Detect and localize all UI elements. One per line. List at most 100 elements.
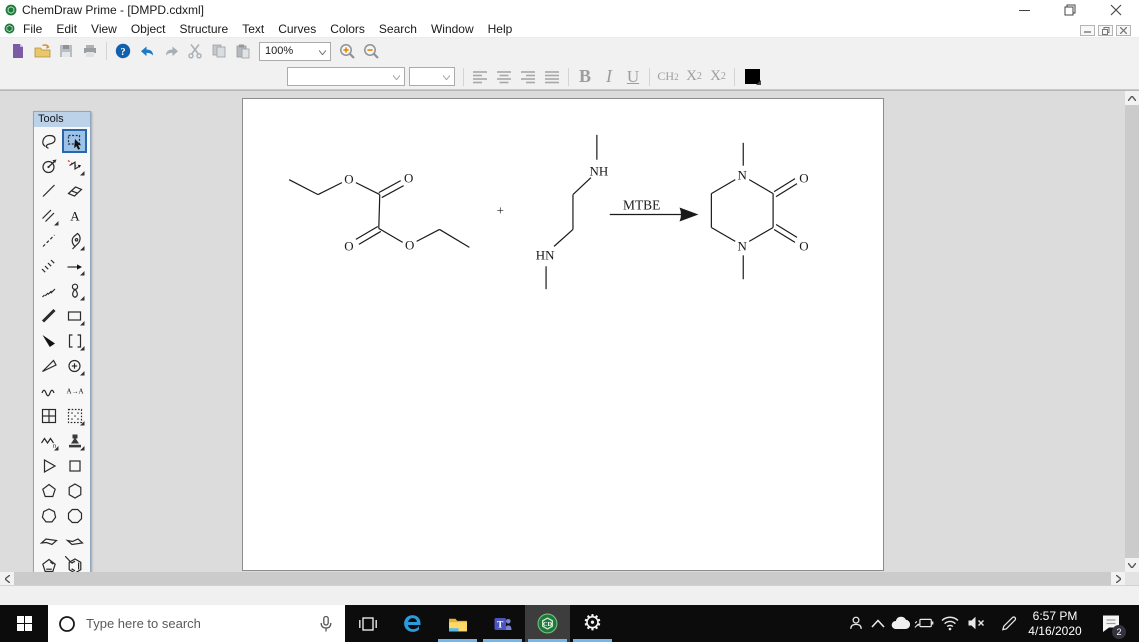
redo-button[interactable] xyxy=(159,40,183,62)
superscript-button[interactable]: X2 xyxy=(706,66,730,88)
underline-button[interactable]: U xyxy=(621,66,645,88)
zoom-in-button[interactable] xyxy=(335,40,359,62)
wifi-icon[interactable] xyxy=(940,613,960,633)
menu-curves[interactable]: Curves xyxy=(271,20,323,38)
close-button[interactable] xyxy=(1093,0,1139,20)
horizontal-scrollbar[interactable] xyxy=(0,572,1125,586)
scroll-left-button[interactable] xyxy=(0,572,14,586)
microphone-icon[interactable] xyxy=(317,615,335,633)
template-tool-button[interactable] xyxy=(62,404,87,428)
cycloheptane-ring-tool-button[interactable] xyxy=(36,504,61,528)
font-size-combobox[interactable] xyxy=(409,67,455,86)
mdi-close-button[interactable] xyxy=(1116,25,1131,36)
people-icon[interactable] xyxy=(846,613,866,633)
scroll-down-button[interactable] xyxy=(1125,558,1139,572)
chair-cyclohexane-alt-tool-button[interactable] xyxy=(62,529,87,553)
menu-structure[interactable]: Structure xyxy=(173,20,236,38)
molecule-dimethylethylenediamine[interactable] xyxy=(545,134,598,290)
multiple-bond-tool-button[interactable] xyxy=(36,204,61,228)
scroll-up-button[interactable] xyxy=(1125,91,1139,105)
menu-text[interactable]: Text xyxy=(235,20,271,38)
taskbar-settings-button[interactable]: ⚙ xyxy=(570,605,615,642)
dashed-bond-tool-button[interactable] xyxy=(36,229,61,253)
wedge-bond-tool-button[interactable] xyxy=(36,329,61,353)
chair-cyclohexane-tool-button[interactable] xyxy=(36,529,61,553)
wavy-bond-tool-button[interactable] xyxy=(36,379,61,403)
tools-palette[interactable]: Tools A A→A n xyxy=(33,111,91,581)
taskbar-chemdraw-button[interactable]: CD xyxy=(525,605,570,642)
action-center-button[interactable]: 2 xyxy=(1100,614,1126,639)
arrow-tool-button[interactable] xyxy=(62,254,87,278)
minimize-button[interactable] xyxy=(1001,0,1047,20)
cyclooctane-ring-tool-button[interactable] xyxy=(62,504,87,528)
undo-button[interactable] xyxy=(135,40,159,62)
color-swatch-button[interactable] xyxy=(745,69,761,85)
pen-icon[interactable] xyxy=(998,613,1018,633)
cyclopropane-ring-tool-button[interactable] xyxy=(36,454,61,478)
atom-mapping-tool-button[interactable]: A→A xyxy=(62,379,87,403)
tools-palette-title[interactable]: Tools xyxy=(34,112,90,127)
molecule-diethyl-oxalate[interactable] xyxy=(288,179,470,248)
stamp-tool-button[interactable] xyxy=(62,429,87,453)
paste-button[interactable] xyxy=(231,40,255,62)
cyclopentane-ring-tool-button[interactable] xyxy=(36,479,61,503)
start-button[interactable] xyxy=(0,605,48,642)
orbital-tool-button[interactable] xyxy=(62,279,87,303)
font-name-combobox[interactable] xyxy=(287,67,405,86)
menu-search[interactable]: Search xyxy=(372,20,424,38)
chemical-formula-button[interactable]: CH 2 xyxy=(654,66,682,88)
pen-tool-button[interactable] xyxy=(62,229,87,253)
menu-file[interactable]: File xyxy=(16,20,49,38)
print-button[interactable] xyxy=(78,40,102,62)
text-tool-button[interactable]: A xyxy=(62,204,87,228)
mdi-restore-button[interactable] xyxy=(1098,25,1113,36)
menu-help[interactable]: Help xyxy=(481,20,520,38)
taskbar-clock[interactable]: 6:57 PM 4/16/2020 xyxy=(1022,609,1088,639)
taskbar-edge-button[interactable] xyxy=(390,605,435,642)
bold-button[interactable]: B xyxy=(573,66,597,88)
restore-button[interactable] xyxy=(1047,0,1093,20)
eraser-tool-button[interactable] xyxy=(62,179,87,203)
align-justify-button[interactable] xyxy=(540,66,564,88)
charge-symbol-tool-button[interactable] xyxy=(62,354,87,378)
volume-muted-icon[interactable] xyxy=(966,613,986,633)
chain-tool-button[interactable] xyxy=(62,154,87,178)
cyclobutane-ring-tool-button[interactable] xyxy=(62,454,87,478)
bold-bond-tool-button[interactable] xyxy=(36,304,61,328)
align-right-button[interactable] xyxy=(516,66,540,88)
save-button[interactable] xyxy=(54,40,78,62)
onedrive-icon[interactable] xyxy=(890,613,910,633)
help-button[interactable]: ? xyxy=(111,40,135,62)
task-view-button[interactable] xyxy=(346,605,390,642)
zoom-out-button[interactable] xyxy=(359,40,383,62)
battery-icon[interactable] xyxy=(914,613,934,633)
molecule-dimethylpiperazinedione[interactable] xyxy=(710,142,798,280)
menu-object[interactable]: Object xyxy=(124,20,173,38)
open-button[interactable] xyxy=(30,40,54,62)
canvas-page[interactable]: O O O O + NH HN MTBE N N O O xyxy=(242,98,884,571)
marquee-tool-button[interactable] xyxy=(62,129,87,153)
menu-edit[interactable]: Edit xyxy=(49,20,84,38)
rotate-tool-button[interactable] xyxy=(36,154,61,178)
hashed-wedge-bond-tool-button[interactable] xyxy=(36,279,61,303)
menu-view[interactable]: View xyxy=(84,20,124,38)
taskbar-file-explorer-button[interactable] xyxy=(435,605,480,642)
table-tool-button[interactable] xyxy=(36,404,61,428)
taskbar-search[interactable]: Type here to search xyxy=(48,605,345,642)
cyclohexane-ring-tool-button[interactable] xyxy=(62,479,87,503)
menu-window[interactable]: Window xyxy=(424,20,481,38)
bracket-tool-button[interactable] xyxy=(62,329,87,353)
hollow-wedge-bond-tool-button[interactable] xyxy=(36,354,61,378)
show-hidden-icons-button[interactable] xyxy=(868,613,888,633)
hashed-bond-tool-button[interactable] xyxy=(36,254,61,278)
mdi-minimize-button[interactable] xyxy=(1080,25,1095,36)
taskbar-teams-button[interactable]: T xyxy=(480,605,525,642)
polymer-tool-button[interactable]: n xyxy=(36,429,61,453)
vertical-scrollbar[interactable] xyxy=(1125,91,1139,572)
align-left-button[interactable] xyxy=(468,66,492,88)
scroll-right-button[interactable] xyxy=(1111,572,1125,586)
zoom-level-combobox[interactable]: 100% xyxy=(259,41,331,61)
lasso-tool-button[interactable] xyxy=(36,129,61,153)
cut-button[interactable] xyxy=(183,40,207,62)
copy-button[interactable] xyxy=(207,40,231,62)
